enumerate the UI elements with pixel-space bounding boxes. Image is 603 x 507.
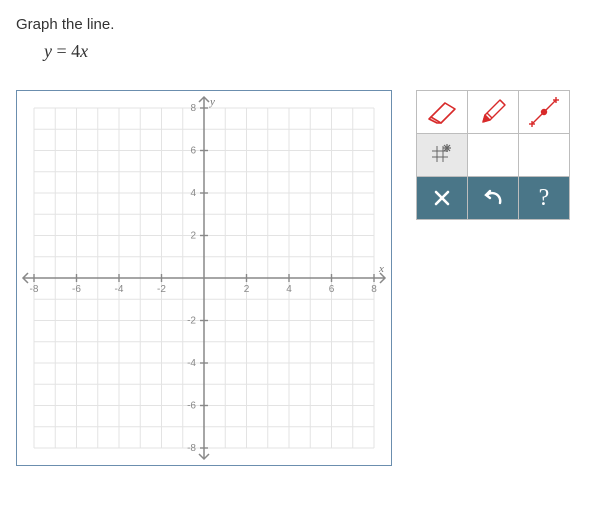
undo-button[interactable] — [467, 176, 519, 220]
svg-text:4: 4 — [286, 284, 292, 295]
coordinate-plane[interactable]: -8-8-6-6-4-4-2-222446688xy — [16, 90, 392, 466]
grid-snap-button[interactable] — [416, 133, 468, 177]
svg-text:6: 6 — [329, 284, 335, 295]
svg-text:x: x — [378, 263, 384, 275]
svg-text:-6: -6 — [72, 284, 81, 295]
instruction-text: Graph the line. — [16, 16, 587, 33]
svg-text:6: 6 — [190, 146, 196, 157]
svg-text:-4: -4 — [187, 358, 196, 369]
toolbar: ? — [416, 90, 572, 466]
pencil-icon — [478, 97, 508, 127]
graph-svg: -8-8-6-6-4-4-2-222446688xy — [17, 91, 391, 465]
svg-text:4: 4 — [190, 188, 196, 199]
svg-text:8: 8 — [190, 103, 196, 114]
eraser-button[interactable] — [416, 90, 468, 134]
pencil-button[interactable] — [467, 90, 519, 134]
help-label: ? — [539, 185, 550, 212]
grid-icon — [429, 143, 455, 167]
svg-text:2: 2 — [244, 284, 250, 295]
svg-text:-8: -8 — [30, 284, 39, 295]
svg-text:-6: -6 — [187, 401, 196, 412]
svg-text:-4: -4 — [115, 284, 124, 295]
empty-tool-slot-2 — [518, 133, 570, 177]
undo-icon — [482, 189, 504, 207]
close-icon — [433, 189, 451, 207]
clear-button[interactable] — [416, 176, 468, 220]
svg-text:-2: -2 — [157, 284, 166, 295]
eraser-icon — [425, 99, 459, 125]
svg-text:-8: -8 — [187, 443, 196, 454]
point-tool-button[interactable] — [518, 90, 570, 134]
equation-text: y = 4x — [44, 41, 587, 62]
empty-tool-slot-1 — [467, 133, 519, 177]
svg-text:-2: -2 — [187, 316, 196, 327]
svg-text:y: y — [209, 96, 215, 108]
svg-text:2: 2 — [190, 231, 196, 242]
help-button[interactable]: ? — [518, 176, 570, 220]
point-icon — [529, 97, 559, 127]
svg-text:8: 8 — [371, 284, 377, 295]
